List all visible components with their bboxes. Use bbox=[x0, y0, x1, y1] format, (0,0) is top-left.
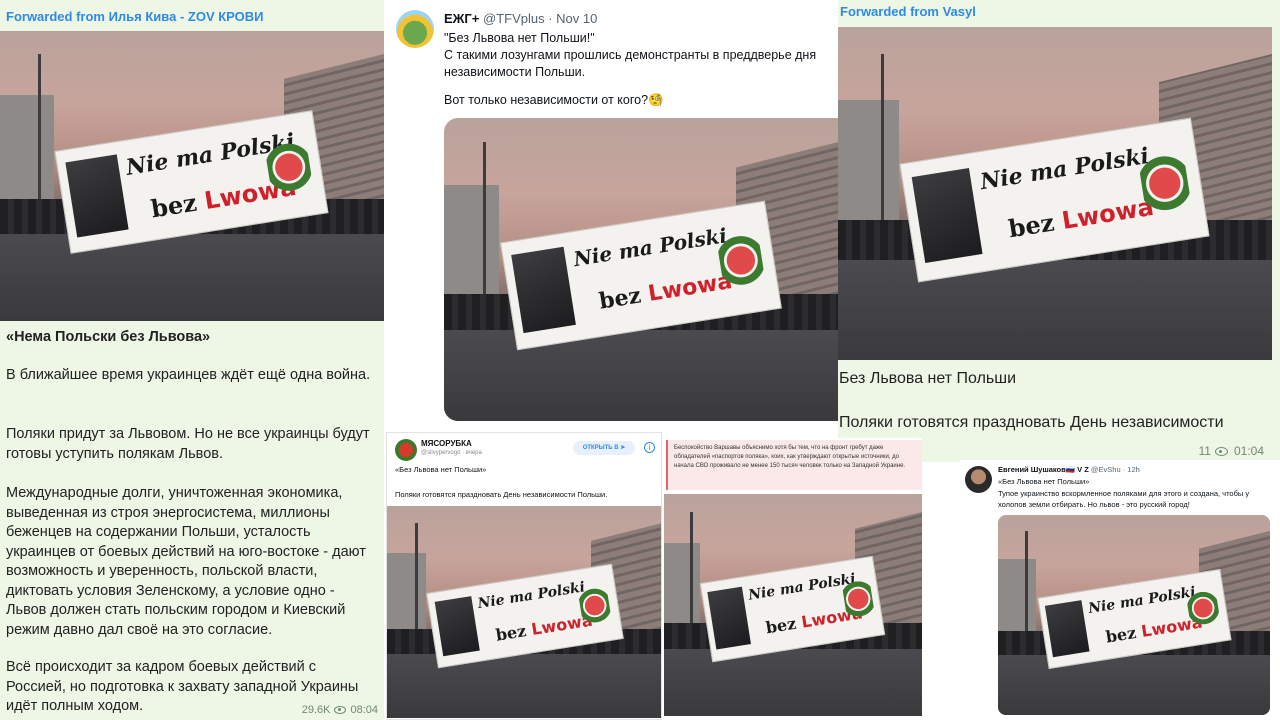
banner-text-line2: bez Lwowa bbox=[597, 268, 734, 315]
open-in-telegram-button[interactable]: ОТКРЫТЬ В ➤ bbox=[573, 441, 635, 455]
tweet-text: «Без Львова нет Польши» bbox=[998, 477, 1090, 486]
tweet-ezhg: ЕЖГ+ @TFVplus · Nov 10 "Без Львова нет П… bbox=[384, 0, 838, 430]
banner-portrait bbox=[707, 587, 752, 650]
post-text: Поляки готовятся праздновать День незави… bbox=[395, 490, 608, 499]
post-paragraph: В ближайшее время украинцев ждёт ещё одн… bbox=[6, 367, 371, 383]
post-title: «Нема Польски без Львова» bbox=[6, 329, 211, 345]
banner-portrait bbox=[434, 596, 480, 657]
tweet-text: Вот только независимости от кого?🧐 bbox=[444, 93, 664, 107]
tweet-text: "Без Львова нет Польши!" bbox=[444, 31, 595, 45]
post-photo[interactable]: Nie ma Polski bez Lwowa bbox=[664, 494, 922, 716]
avatar[interactable] bbox=[965, 466, 992, 493]
channel-post-myasorubka: МЯСОРУБКА @slivypervogo · вчера ОТКРЫТЬ … bbox=[386, 432, 662, 720]
telegram-post-kiva: Forwarded from Илья Кива - ZOV КРОВИ Nie… bbox=[0, 0, 384, 720]
tweet-text: С такими лозунгами прошлись демонстранты… bbox=[444, 48, 817, 79]
post-paragraph: Поляки придут за Львовом. Но не все укра… bbox=[6, 426, 370, 462]
avatar[interactable] bbox=[395, 439, 417, 461]
banner-portrait bbox=[65, 154, 129, 238]
banner-text-line1: Nie ma Polski bbox=[747, 571, 858, 605]
tweet-photo[interactable]: Nie ma Polski bez Lwowa bbox=[998, 515, 1270, 715]
banner-text-line2: bez Lwowa bbox=[1006, 193, 1156, 244]
view-count: 11 bbox=[1198, 444, 1211, 458]
post-meta: 29.6K 08:04 bbox=[302, 704, 378, 716]
post-paragraph: Международные долги, уничтоженная эконом… bbox=[6, 485, 366, 638]
quote-note: Беспокойство Варшавы объяснимо хотя бы т… bbox=[666, 440, 922, 490]
tweet-shushakov: Евгений Шушаков🇷🇺 V Z @EvShu · 12h «Без … bbox=[960, 460, 1280, 720]
tweet-author[interactable]: Евгений Шушаков🇷🇺 V Z @EvShu · 12h bbox=[998, 465, 1140, 474]
banner-text-line2: bez Lwowa bbox=[1103, 612, 1204, 647]
tweet-text: Тупое украинство вскормленное поляками д… bbox=[998, 489, 1250, 498]
post-photo[interactable]: Nie ma Polski bez Lwowa bbox=[0, 31, 384, 321]
banner-text-line1: Nie ma Polski bbox=[1086, 584, 1197, 617]
banner-text-line1: Nie ma Polski bbox=[476, 579, 587, 613]
road bbox=[998, 655, 1270, 715]
post-time: 08:04 bbox=[350, 704, 378, 716]
eye-icon bbox=[1214, 447, 1228, 457]
banner-portrait bbox=[511, 246, 577, 334]
banner-text-line2: bez Lwowa bbox=[494, 610, 594, 645]
post-text: «Без Львова нет Польши» bbox=[395, 465, 487, 474]
road bbox=[664, 649, 922, 716]
banner-text-line1: Nie ma Polski bbox=[571, 223, 729, 272]
forwarded-from-link[interactable]: Forwarded from Илья Кива - ZOV КРОВИ bbox=[6, 9, 264, 24]
post-text: Поляки готовятся праздновать День незави… bbox=[839, 414, 1224, 431]
road bbox=[387, 654, 661, 718]
tweet-text: холопов земли отбирать. Но львов - это р… bbox=[998, 500, 1190, 509]
post-photo[interactable]: Nie ma Polski bez Lwowa bbox=[387, 506, 661, 718]
road bbox=[444, 330, 838, 421]
banner-portrait bbox=[1044, 600, 1090, 658]
road bbox=[838, 260, 1272, 360]
view-count: 29.6K bbox=[301, 704, 331, 716]
banner-text-line1: Nie ma Polski bbox=[124, 128, 298, 181]
banner-portrait bbox=[911, 168, 984, 264]
post-meta: 11 01:04 bbox=[1199, 444, 1265, 458]
banner-text-line1: Nie ma Polski bbox=[978, 142, 1152, 195]
road bbox=[0, 234, 384, 321]
channel-handle: @slivypervogo · вчера bbox=[421, 450, 482, 456]
post-text: Без Львова нет Польши bbox=[839, 370, 1017, 387]
tweet-photo[interactable]: Nie ma Polski bez Lwowa bbox=[444, 118, 838, 421]
quote-post: Беспокойство Варшавы объяснимо хотя бы т… bbox=[664, 438, 922, 720]
telegram-post-vasyl: Forwarded from Vasyl Nie ma Polski bez L… bbox=[838, 0, 1280, 462]
post-photo[interactable]: Nie ma Polski bez Lwowa bbox=[838, 27, 1272, 360]
eye-icon bbox=[334, 706, 347, 715]
channel-name[interactable]: МЯСОРУБКА bbox=[421, 439, 472, 448]
avatar[interactable] bbox=[396, 10, 434, 48]
tweet-author[interactable]: ЕЖГ+ @TFVplus · Nov 10 bbox=[444, 11, 597, 26]
post-time: 01:04 bbox=[1233, 444, 1264, 458]
forwarded-from-link[interactable]: Forwarded from Vasyl bbox=[840, 4, 976, 19]
info-icon[interactable]: i bbox=[644, 442, 655, 453]
